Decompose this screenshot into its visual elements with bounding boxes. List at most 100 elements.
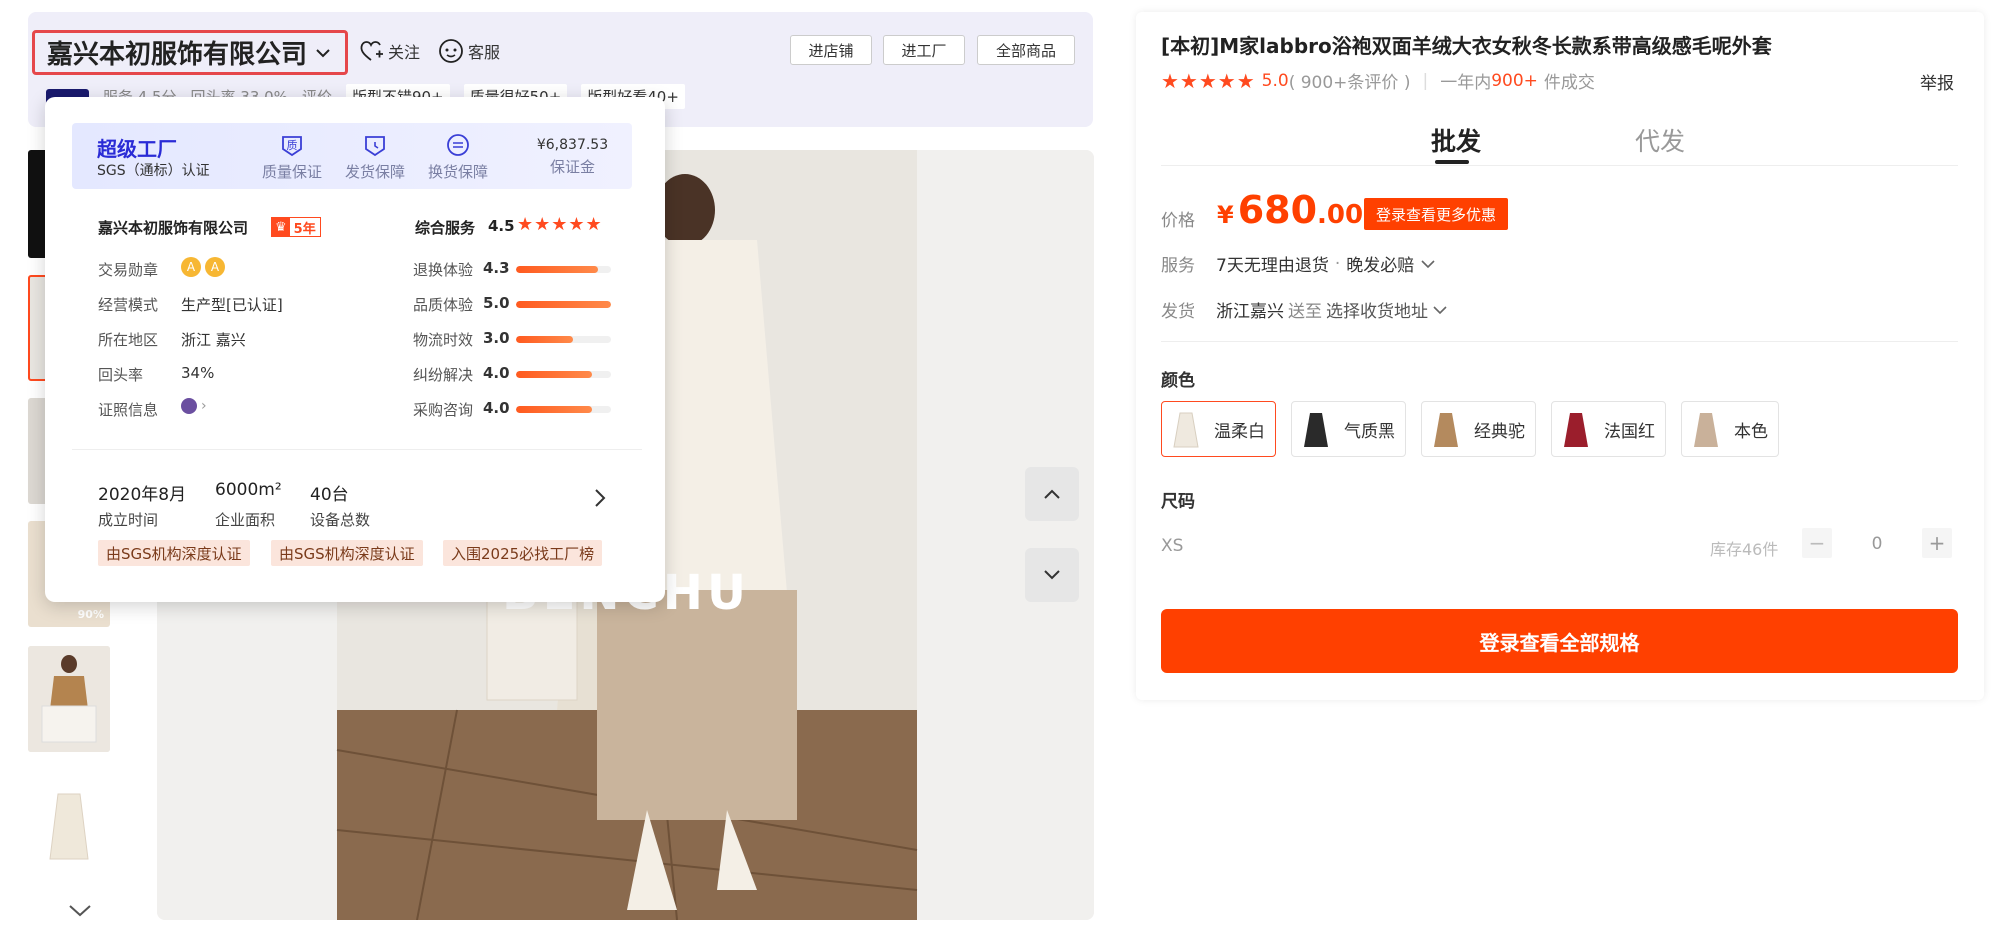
promo-button[interactable]: 登录查看更多优惠 (1364, 198, 1509, 230)
divider (1161, 165, 1958, 166)
tab-wholesale[interactable]: 批发 (1431, 122, 1481, 158)
color-option-white[interactable]: 温柔白 (1161, 401, 1276, 457)
color-options: 温柔白 气质黑 经典驼 法国红 本色 (1161, 401, 1779, 457)
info-label: 回头率 (98, 366, 144, 384)
customer-service-icon (439, 39, 463, 63)
chevron-right-icon: › (201, 398, 207, 414)
coat-swatch-icon (1173, 412, 1199, 448)
guarantee-exchange[interactable]: 换货保障 (423, 133, 493, 182)
all-products-button[interactable]: 全部商品 (977, 35, 1075, 65)
ship-label: 发货 (1161, 302, 1195, 322)
ship-from: 浙江嘉兴 (1216, 302, 1284, 322)
score-label: 品质体验 (413, 296, 474, 314)
follow-button[interactable]: 关注 (358, 38, 420, 64)
price-dec: .00 (1317, 200, 1364, 230)
score-value: 4.3 (483, 259, 510, 277)
heart-plus-icon (360, 41, 383, 61)
chevron-up-icon (1044, 489, 1060, 499)
enter-shop-button[interactable]: 进店铺 (790, 35, 872, 65)
thumbnail-4[interactable] (28, 646, 110, 752)
coat-swatch-icon (1434, 413, 1458, 447)
sgs-label: SGS（通标）认证 (97, 163, 210, 179)
review-count[interactable]: ( 900+条评价 ) (1289, 68, 1411, 93)
stat-label: 企业面积 (215, 511, 276, 529)
score-label: 采购咨询 (413, 401, 474, 419)
qty-input[interactable]: 0 (1862, 534, 1892, 554)
product-title: [本初]M家labbro浴袍双面羊绒大衣女秋冬长款系带高级感毛呢外套 (1161, 34, 1772, 58)
divider (1161, 341, 1958, 342)
shop-name: 嘉兴本初服饰有限公司 (47, 40, 308, 70)
separator: | (1422, 70, 1429, 91)
score-bar-fill (516, 266, 598, 273)
score-bar-fill (516, 336, 573, 343)
color-option-black[interactable]: 气质黑 (1291, 401, 1406, 457)
follow-label: 关注 (388, 43, 421, 62)
years-value: 5年 (293, 221, 316, 237)
crown-icon: ♛ (272, 218, 290, 236)
tab-underline (1435, 160, 1469, 164)
score-bar (516, 371, 611, 378)
score-label: 退换体验 (413, 261, 474, 279)
tab-dropship[interactable]: 代发 (1635, 122, 1685, 158)
deposit-amount: ¥6,837.53 (536, 137, 609, 153)
color-option-natural[interactable]: 本色 (1681, 401, 1779, 457)
color-name: 温柔白 (1214, 421, 1265, 442)
color-option-camel[interactable]: 经典驼 (1421, 401, 1536, 457)
color-name: 法国红 (1604, 421, 1655, 442)
score-bar (516, 336, 611, 343)
info-label: 证照信息 (98, 401, 159, 419)
report-link[interactable]: 举报 (1920, 69, 1954, 94)
license-info[interactable]: › (181, 398, 207, 414)
stat-value: 6000m² (215, 480, 282, 500)
dot-separator: · (1334, 253, 1341, 274)
rating-row: ★★★★★ 5.0 ( 900+条评价 ) | 一年内 900+ 件成交 (1161, 68, 1595, 94)
qty-minus-button[interactable]: − (1802, 528, 1832, 558)
stat-label: 设备总数 (310, 511, 371, 529)
enter-factory-button[interactable]: 进工厂 (883, 35, 965, 65)
coat-swatch-icon (1694, 413, 1718, 447)
score-bar-fill (516, 406, 592, 413)
login-view-all-button[interactable]: 登录查看全部规格 (1161, 609, 1958, 673)
color-name: 经典驼 (1474, 421, 1525, 442)
score-label: 纠纷解决 (413, 366, 474, 384)
guarantee-quality[interactable]: 质 质量保证 (257, 133, 327, 182)
chevron-down-icon[interactable] (1432, 304, 1448, 316)
product-panel (1136, 12, 1984, 700)
thumb-badge: 90% (77, 608, 104, 621)
guarantee-shipping[interactable]: 发货保障 (340, 133, 410, 182)
rating-stars-icon: ★★★★★ (1161, 68, 1256, 93)
address-select[interactable]: 选择收货地址 (1326, 297, 1428, 322)
qty-plus-button[interactable]: + (1922, 528, 1952, 558)
divider (72, 449, 642, 450)
service-dropdown[interactable]: 7天无理由退货 · 晚发必赔 (1216, 251, 1436, 276)
score-bar (516, 406, 611, 413)
super-factory-title: 超级工厂 (97, 137, 177, 161)
info-label: 经营模式 (98, 296, 159, 314)
score-bar (516, 301, 611, 308)
price-int: 680 (1237, 188, 1318, 232)
chevron-down-icon (316, 48, 330, 57)
image-prev-button[interactable] (1025, 467, 1079, 521)
color-name: 本色 (1734, 421, 1768, 442)
score-label: 物流时效 (413, 331, 474, 349)
rating-score: 5.0 (1261, 70, 1289, 91)
overall-stars-icon: ★★★★★ (517, 214, 603, 235)
score-value: 4.0 (483, 364, 510, 382)
trade-medals: A A (181, 257, 225, 277)
thumbnail-5[interactable] (28, 774, 110, 880)
color-option-red[interactable]: 法国红 (1551, 401, 1666, 457)
chevron-right-icon[interactable] (593, 487, 607, 509)
stock-text: 库存46件 (1710, 540, 1779, 559)
image-next-button[interactable] (1025, 548, 1079, 602)
stat-value: 2020年8月 (98, 485, 187, 505)
service-label: 客服 (468, 43, 501, 62)
ship-to: 送至 (1288, 302, 1322, 322)
chevron-down-icon[interactable] (66, 900, 94, 920)
exchange-icon (447, 134, 469, 156)
service-extra: 晚发必赔 (1346, 256, 1415, 276)
color-name: 气质黑 (1344, 421, 1395, 442)
info-label: 交易勋章 (98, 261, 159, 279)
customer-service-button[interactable]: 客服 (438, 38, 500, 64)
shop-name-dropdown[interactable]: 嘉兴本初服饰有限公司 (32, 30, 349, 75)
price: ¥ 680 .00 (1217, 188, 1363, 232)
